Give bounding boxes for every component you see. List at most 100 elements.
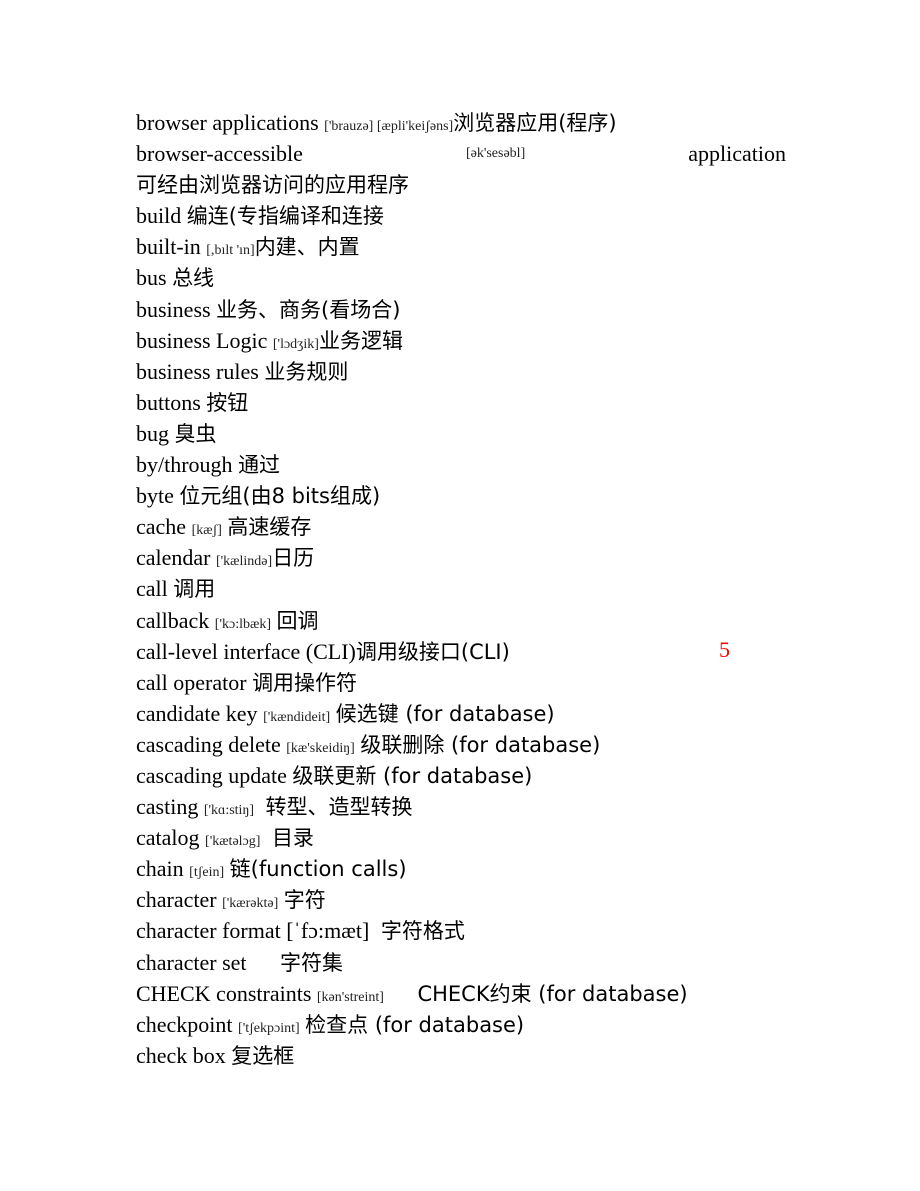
entry-phonetic: ['brauzə] [æpli'keiʃəns] [324, 119, 454, 134]
entry-meaning: 调用 [173, 577, 216, 602]
page-number: 5 [719, 637, 730, 662]
entry-term: cascading delete [136, 731, 281, 757]
entry-term: character format [136, 918, 281, 944]
entry-meaning: 位元组(由8 bits组成) [179, 484, 381, 509]
entry-term: call operator [136, 669, 247, 695]
entry-buttons: buttons 按钮 [136, 387, 786, 418]
entry-term: CHECK constraints [136, 980, 312, 1006]
entry-bug: bug 臭虫 [136, 418, 786, 449]
entry-phonetic: [ˈfɔ:mæt] [286, 918, 370, 944]
entry-cache: cache [kæʃ] 高速缓存 [136, 511, 786, 542]
entry-term: browser applications [136, 110, 319, 135]
entry-meaning: 调用操作符 [252, 670, 358, 695]
entry-call-operator: call operator 调用操作符 [136, 667, 786, 698]
glossary-page: browser applications ['brauzə] [æpli'kei… [136, 107, 786, 1071]
entry-call: call 调用 [136, 573, 786, 604]
entry-meaning: 字符集 [280, 950, 344, 975]
entry-term: built-in [136, 234, 201, 260]
entry-term: callback [136, 607, 210, 633]
entry-term: call-level interface (CLI) [136, 638, 356, 664]
entry-meaning: 编连(专指编译和连接 [186, 204, 384, 229]
entry-phonetic: [kən'streint] [316, 989, 384, 1005]
entry-built-in: built-in [,bılt 'ın]内建、内置 [136, 231, 786, 262]
entry-term: checkpoint [136, 1011, 233, 1037]
entry-phonetic: [kæ'skeidiŋ] [286, 740, 355, 756]
entry-phonetic: [ək'sesəbl] [465, 146, 526, 162]
entry-catalog: catalog ['kætəlɔg] 目录 [136, 822, 786, 853]
entry-meaning: 调用级接口(CLI) [355, 639, 510, 664]
entry-character: character ['kærəktə] 字符 [136, 884, 786, 915]
entry-phonetic: ['kɑ:stiŋ] [203, 803, 255, 819]
entry-meaning: 链(function calls) [229, 857, 407, 882]
entry-term: call [136, 576, 168, 602]
entry-meaning: 字符格式 [380, 919, 465, 944]
entry-term: browser-accessible [136, 141, 303, 167]
entry-browser-applications: browser applications ['brauzə] [æpli'kei… [136, 107, 786, 138]
entry-meaning: 浏览器应用(程序) [453, 111, 617, 135]
entry-meaning: 通过 [238, 453, 281, 478]
entry-phonetic: ['tʃekpɔint] [238, 1020, 300, 1036]
entry-meaning: 日历 [272, 546, 315, 571]
entry-business-rules: business rules 业务规则 [136, 356, 786, 387]
entry-phonetic: ['kærəktə] [222, 896, 279, 912]
entry-term: calendar [136, 545, 211, 571]
entry-meaning: 可经由浏览器访问的应用程序 [136, 173, 409, 198]
entry-term: build [136, 203, 182, 229]
entry-term: check box [136, 1042, 226, 1068]
entry-business: business 业务、商务(看场合) [136, 294, 786, 325]
entry-term: buttons [136, 389, 201, 415]
entry-term: catalog [136, 825, 200, 851]
entry-casting: casting ['kɑ:stiŋ] 转型、造型转换 [136, 791, 786, 822]
entry-check-box: check box 复选框 [136, 1040, 786, 1071]
entry-term: character set [136, 949, 247, 975]
entry-character-set: character set 字符集 [136, 947, 786, 978]
entry-phonetic: ['kælində] [216, 554, 273, 570]
entry-call-level-interface: call-level interface (CLI)调用级接口(CLI) [136, 636, 786, 667]
entry-term: chain [136, 856, 184, 882]
entry-chain: chain [tʃein] 链(function calls) [136, 853, 786, 884]
entry-term: candidate key [136, 700, 258, 726]
entry-phonetic: [tʃein] [189, 865, 225, 881]
entry-callback: callback ['kɔ:lbæk] 回调 [136, 605, 786, 636]
entry-term-tail: application [688, 141, 786, 167]
entry-meaning: 总线 [172, 266, 215, 291]
entry-meaning: 级联更新 (for database) [292, 763, 533, 788]
entry-meaning: 回调 [276, 608, 319, 633]
entry-term: casting [136, 794, 199, 820]
entry-meaning: 业务规则 [264, 359, 349, 384]
entry-meaning: 业务逻辑 [318, 328, 403, 353]
entry-candidate-key: candidate key ['kændideit] 候选键 (for data… [136, 698, 786, 729]
entry-term: business rules [136, 358, 259, 384]
entry-meaning: 级联删除 (for database) [360, 732, 601, 757]
entry-meaning: 高速缓存 [227, 515, 312, 540]
entry-by-through: by/through 通过 [136, 449, 786, 480]
entry-meaning: 内建、内置 [254, 235, 360, 260]
entry-term: bus [136, 265, 167, 291]
entry-byte: byte 位元组(由8 bits组成) [136, 480, 786, 511]
entry-meaning: 转型、造型转换 [265, 795, 413, 820]
entry-calendar: calendar ['kælində]日历 [136, 542, 786, 573]
entry-meaning: 检查点 (for database) [305, 1012, 525, 1037]
entry-meaning: 字符 [283, 888, 326, 913]
entry-phonetic: ['kændideit] [263, 709, 331, 725]
entry-term: byte [136, 483, 174, 509]
entry-term: bug [136, 420, 169, 446]
entry-term: cascading update [136, 762, 287, 788]
entry-meaning: 目录 [271, 826, 314, 851]
entry-term: business Logic [136, 327, 268, 353]
entry-term: cache [136, 514, 187, 540]
entry-browser-accessible: browser-accessible [ək'sesəbl] applicati… [136, 138, 786, 169]
entry-browser-accessible-meaning: 可经由浏览器访问的应用程序 [136, 169, 786, 200]
entry-meaning: 臭虫 [174, 421, 217, 446]
entry-cascading-update: cascading update 级联更新 (for database) [136, 760, 786, 791]
entry-phonetic: ['kætəlɔg] [205, 834, 261, 850]
entry-term: business [136, 296, 211, 322]
entry-meaning: 复选框 [231, 1043, 295, 1068]
entry-checkpoint: checkpoint ['tʃekpɔint] 检查点 (for databas… [136, 1009, 786, 1040]
entry-build: build 编连(专指编译和连接 [136, 200, 786, 231]
entry-phonetic: ['kɔ:lbæk] [214, 616, 271, 632]
entry-check-constraints: CHECK constraints [kən'streint] CHECK约束 … [136, 978, 786, 1009]
entry-phonetic: [kæʃ] [191, 523, 222, 539]
entry-term: character [136, 887, 217, 913]
entry-cascading-delete: cascading delete [kæ'skeidiŋ] 级联删除 (for … [136, 729, 786, 760]
